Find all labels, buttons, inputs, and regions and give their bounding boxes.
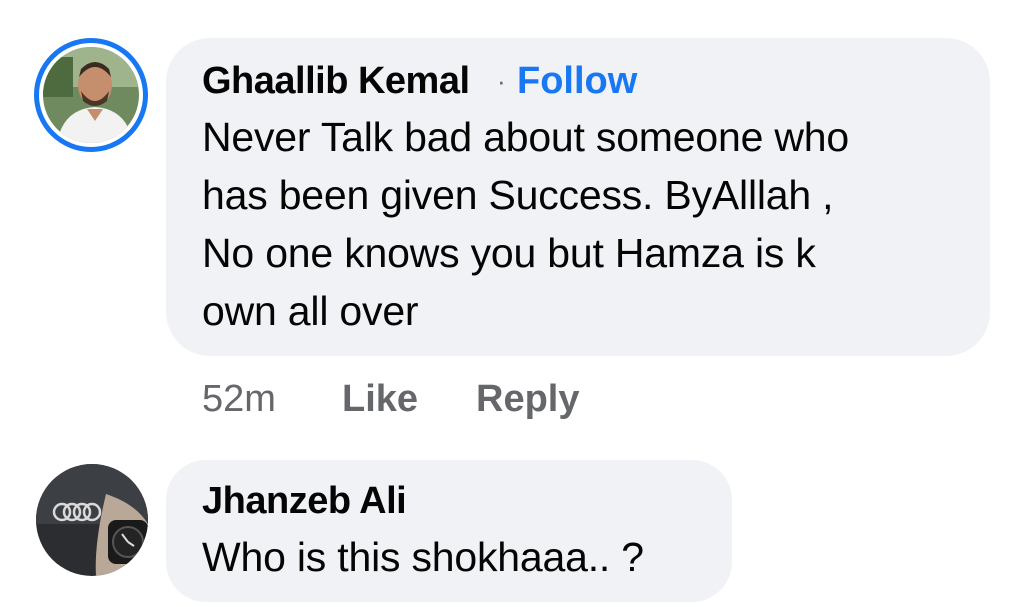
comment-text-line: No one knows you but Hamza is k — [202, 230, 816, 276]
comment-text-line: own all over — [202, 288, 419, 334]
comment-text-line: Who is this shokhaaa.. ? — [202, 534, 644, 580]
follow-button[interactable]: Follow — [517, 60, 637, 103]
avatar[interactable] — [43, 47, 139, 143]
profile-photo-icon — [43, 47, 139, 143]
comment-text-line: has been given Success. ByAlllah , — [202, 172, 834, 218]
reply-button[interactable]: Reply — [476, 378, 579, 421]
like-button[interactable]: Like — [342, 378, 418, 421]
separator-dot: · — [497, 66, 506, 96]
profile-photo-icon — [36, 464, 148, 576]
comment-text-line: Never Talk bad about someone who — [202, 114, 849, 160]
comment-author[interactable]: Jhanzeb Ali — [202, 480, 407, 523]
comment-timestamp[interactable]: 52m — [202, 378, 276, 421]
comment-author[interactable]: Ghaallib Kemal — [202, 60, 470, 103]
avatar[interactable] — [36, 464, 148, 576]
